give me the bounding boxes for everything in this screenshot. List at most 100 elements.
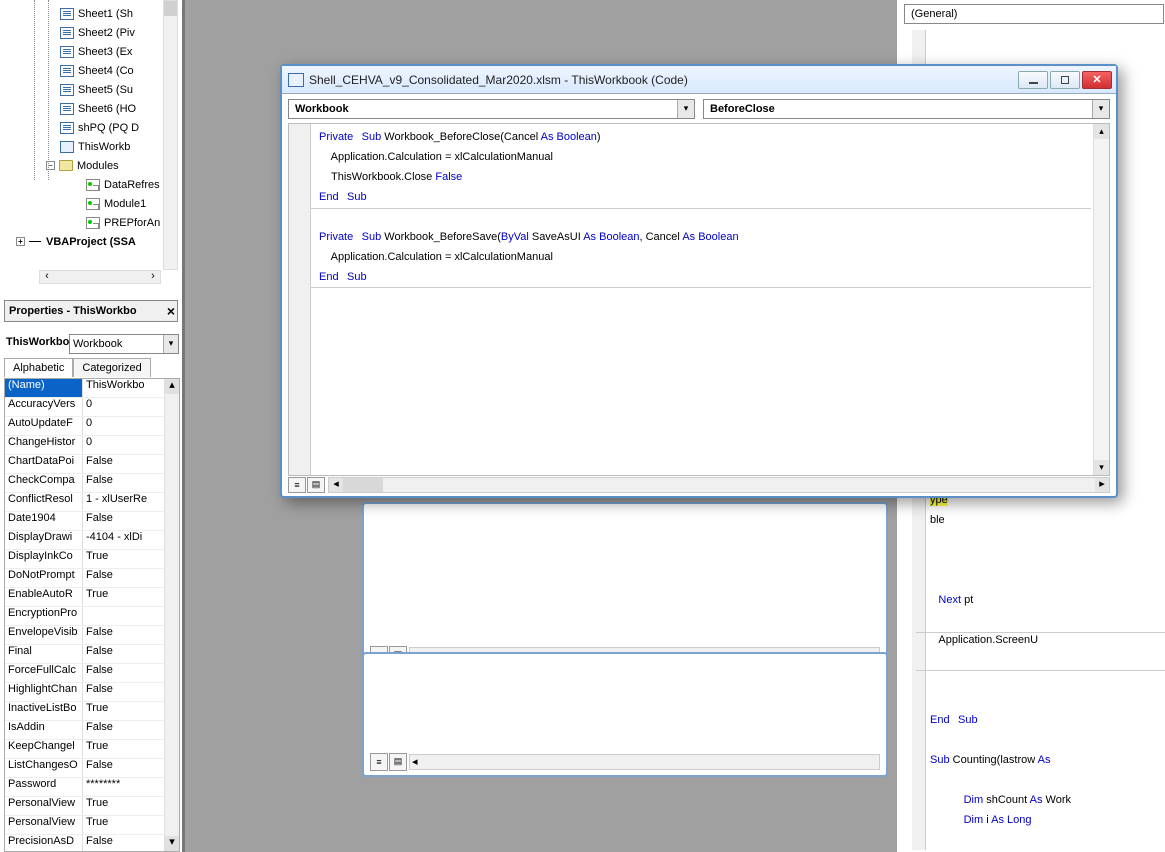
module-icon <box>86 198 100 210</box>
horizontal-scrollbar[interactable]: ◂ ▸ <box>328 477 1110 493</box>
worksheet-icon <box>60 65 74 77</box>
property-row[interactable]: InactiveListBoTrue <box>5 702 179 721</box>
property-name: HighlightChan <box>5 683 83 701</box>
sheet-node[interactable]: Sheet4 (Co <box>4 61 179 80</box>
sheet-node[interactable]: Sheet5 (Su <box>4 80 179 99</box>
property-row[interactable]: KeepChangelTrue <box>5 740 179 759</box>
module-icon <box>86 179 100 191</box>
dropdown-arrow-icon[interactable]: ▾ <box>163 335 178 353</box>
maximize-button[interactable] <box>1050 71 1080 89</box>
property-row[interactable]: IsAddinFalse <box>5 721 179 740</box>
sheet-node[interactable]: Sheet2 (Piv <box>4 23 179 42</box>
property-row[interactable]: Password******** <box>5 778 179 797</box>
property-row[interactable]: ListChangesOFalse <box>5 759 179 778</box>
project-explorer-tree[interactable]: Sheet1 (Sh Sheet2 (Piv Sheet3 (Ex Sheet4… <box>4 0 179 286</box>
scroll-down-icon[interactable]: ▾ <box>1094 460 1109 475</box>
properties-grid[interactable]: (Name)ThisWorkboAccuracyVers0AutoUpdateF… <box>4 378 180 852</box>
property-row[interactable]: PrecisionAsDFalse <box>5 835 179 852</box>
tree-vertical-scrollbar[interactable] <box>163 0 178 270</box>
minimize-button[interactable] <box>1018 71 1048 89</box>
property-name: ChartDataPoi <box>5 455 83 473</box>
property-row[interactable]: PersonalViewTrue <box>5 816 179 835</box>
property-row[interactable]: ConflictResol1 - xlUserRe <box>5 493 179 512</box>
tab-categorized[interactable]: Categorized <box>73 358 150 377</box>
sheet-node[interactable]: Sheet3 (Ex <box>4 42 179 61</box>
property-row[interactable]: ForceFullCalcFalse <box>5 664 179 683</box>
scroll-right-icon[interactable]: ▸ <box>1095 478 1109 492</box>
properties-title-text: Properties - ThisWorkbo <box>9 305 137 317</box>
code-window: Shell_CEHVA_v9_Consolidated_Mar2020.xlsm… <box>280 64 1118 498</box>
horizontal-scrollbar[interactable]: ◂ <box>409 754 880 770</box>
property-row[interactable]: AccuracyVers0 <box>5 398 179 417</box>
object-dropdown[interactable]: Workbook▾ <box>288 99 695 119</box>
property-name: PersonalView <box>5 816 83 834</box>
property-row[interactable]: ChartDataPoiFalse <box>5 455 179 474</box>
sheet-node[interactable]: shPQ (PQ D <box>4 118 179 137</box>
right-object-dropdown[interactable]: (General) <box>904 4 1164 24</box>
properties-scrollbar[interactable]: ▴ ▾ <box>164 379 179 851</box>
full-module-view-icon[interactable]: ≡ <box>370 753 388 771</box>
code-editor[interactable]: ▴ ▾ Private Sub Workbook_BeforeClose(Can… <box>288 123 1110 476</box>
sheet-node[interactable]: Sheet1 (Sh <box>4 4 179 23</box>
scroll-left-icon[interactable]: ◂ <box>329 478 343 492</box>
module-node[interactable]: Module1 <box>4 194 179 213</box>
procedure-separator <box>916 670 1165 671</box>
property-row[interactable]: HighlightChanFalse <box>5 683 179 702</box>
property-name: EncryptionPro <box>5 607 83 625</box>
expand-icon[interactable]: + <box>16 237 25 246</box>
property-row[interactable]: EncryptionPro <box>5 607 179 626</box>
close-button[interactable]: ✕ <box>1082 71 1112 89</box>
procedure-view-icon[interactable]: ▤ <box>389 753 407 771</box>
property-name: Final <box>5 645 83 663</box>
property-row[interactable]: DisplayDrawi-4104 - xlDi <box>5 531 179 550</box>
property-row[interactable]: DisplayInkCoTrue <box>5 550 179 569</box>
scrollbar-thumb[interactable] <box>343 478 383 492</box>
worksheet-icon <box>60 8 74 20</box>
full-module-view-button[interactable]: ≡ <box>288 477 306 493</box>
property-row[interactable]: CheckCompaFalse <box>5 474 179 493</box>
procedure-separator <box>311 287 1091 288</box>
scroll-up-icon[interactable]: ▴ <box>165 379 179 394</box>
module-node[interactable]: DataRefres <box>4 175 179 194</box>
properties-pane-title: Properties - ThisWorkbo × <box>4 300 178 322</box>
worksheet-icon <box>60 122 74 134</box>
background-code-window[interactable]: ≡ ▤ ◂ <box>362 502 888 670</box>
property-row[interactable]: ChangeHistor0 <box>5 436 179 455</box>
property-name: DisplayDrawi <box>5 531 83 549</box>
dropdown-arrow-icon[interactable]: ▾ <box>1092 100 1109 118</box>
property-name: DoNotPrompt <box>5 569 83 587</box>
property-row[interactable]: FinalFalse <box>5 645 179 664</box>
procedure-dropdown[interactable]: BeforeClose▾ <box>703 99 1110 119</box>
property-name: EnvelopeVisib <box>5 626 83 644</box>
modules-folder[interactable]: −Modules <box>4 156 179 175</box>
vertical-scrollbar[interactable]: ▴ ▾ <box>1093 124 1109 475</box>
close-pane-icon[interactable]: × <box>167 303 175 319</box>
property-name: AutoUpdateF <box>5 417 83 435</box>
module-node[interactable]: PREPforAn <box>4 213 179 232</box>
view-strip: ≡ ▤ ◂ ▸ <box>282 476 1116 496</box>
property-row[interactable]: EnableAutoRTrue <box>5 588 179 607</box>
property-row[interactable]: PersonalViewTrue <box>5 797 179 816</box>
sheet-node[interactable]: Sheet6 (HO <box>4 99 179 118</box>
vbaproject-node[interactable]: +VBAProject (SSA <box>4 232 179 251</box>
property-row[interactable]: EnvelopeVisibFalse <box>5 626 179 645</box>
scroll-down-icon[interactable]: ▾ <box>165 836 179 851</box>
scroll-up-icon[interactable]: ▴ <box>1094 124 1109 139</box>
property-row[interactable]: AutoUpdateF0 <box>5 417 179 436</box>
dropdown-arrow-icon[interactable]: ▾ <box>677 100 694 118</box>
tree-horizontal-scrollbar[interactable]: ‹› <box>39 270 161 284</box>
property-name: AccuracyVers <box>5 398 83 416</box>
window-titlebar[interactable]: Shell_CEHVA_v9_Consolidated_Mar2020.xlsm… <box>282 66 1116 94</box>
procedure-view-button[interactable]: ▤ <box>307 477 325 493</box>
property-row[interactable]: Date1904False <box>5 512 179 531</box>
properties-object-selector[interactable]: ThisWorkbo Workbook ▾ <box>4 334 179 354</box>
code-text[interactable]: Private Sub Workbook_BeforeClose(Cancel … <box>319 127 1091 287</box>
folder-icon <box>59 160 73 171</box>
property-row[interactable]: (Name)ThisWorkbo <box>5 379 179 398</box>
tab-alphabetic[interactable]: Alphabetic <box>4 358 73 377</box>
property-row[interactable]: DoNotPromptFalse <box>5 569 179 588</box>
property-name: KeepChangel <box>5 740 83 758</box>
background-code-window[interactable]: ≡ ▤ ◂ <box>362 652 888 777</box>
object-type-dropdown[interactable]: Workbook ▾ <box>69 334 179 354</box>
thisworkbook-node[interactable]: ThisWorkb <box>4 137 179 156</box>
